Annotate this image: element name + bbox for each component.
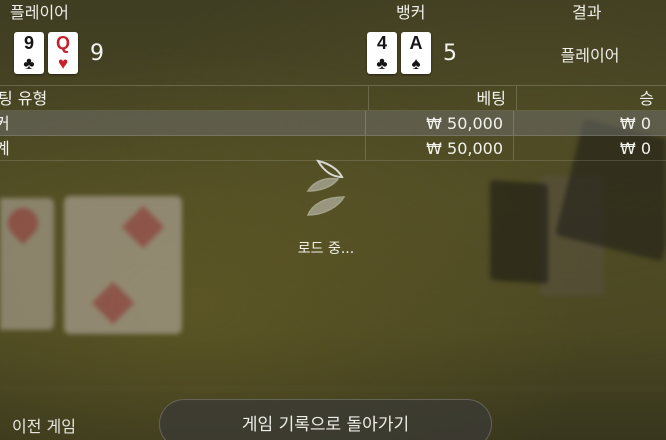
result-label: 결과: [572, 3, 602, 22]
card-rank: 9: [23, 33, 34, 53]
background-divider: [0, 388, 666, 389]
banker-hand: 4 ♣ A ♠ 5: [367, 32, 457, 74]
playing-card: 4 ♣: [367, 32, 397, 74]
card-rank: 4: [376, 33, 387, 53]
banker-label: 뱅커: [396, 3, 426, 22]
table-row: 커 ₩ 50,000 ₩ 0: [0, 111, 666, 136]
bet-amount-cell: ₩ 50,000: [365, 136, 513, 160]
bet-amount-cell: ₩ 50,000: [365, 111, 513, 135]
bet-type-cell: 커: [0, 114, 10, 133]
heart-icon: ♥: [57, 54, 69, 73]
player-hand: 9 ♣ Q ♥ 9: [14, 32, 104, 74]
banker-score: 5: [443, 40, 457, 66]
playing-card: A ♠: [401, 32, 431, 74]
win-amount-cell: ₩ 0: [513, 136, 661, 160]
playing-card: Q ♥: [48, 32, 78, 74]
player-score: 9: [90, 40, 104, 66]
player-label: 플레이어: [10, 3, 69, 22]
spade-icon: ♠: [411, 54, 421, 73]
previous-game-label[interactable]: 이전 게임: [12, 413, 76, 437]
playing-card: 9 ♣: [14, 32, 44, 74]
column-header-win: 승: [516, 86, 664, 110]
card-rank: A: [409, 33, 423, 53]
card-rank: Q: [55, 33, 70, 53]
win-amount-cell: ₩ 0: [513, 111, 661, 135]
column-header-bet-type: 팅 유형: [0, 89, 48, 108]
club-icon: ♣: [23, 54, 35, 73]
result-value: 플레이어: [560, 46, 620, 65]
back-to-game-history-button[interactable]: 게임 기록으로 돌아가기: [159, 399, 492, 440]
club-icon: ♣: [376, 54, 388, 73]
loading-text: 로드 중...: [297, 241, 355, 257]
background-shape: [490, 179, 548, 285]
bet-table: 팅 유형 베팅 승 커 ₩ 50,000 ₩ 0 계 ₩ 50,000 ₩ 0: [0, 85, 666, 161]
loading-spinner-icon: [306, 159, 346, 216]
table-header-row: 팅 유형 베팅 승: [0, 86, 666, 111]
column-header-bet: 베팅: [368, 86, 516, 110]
